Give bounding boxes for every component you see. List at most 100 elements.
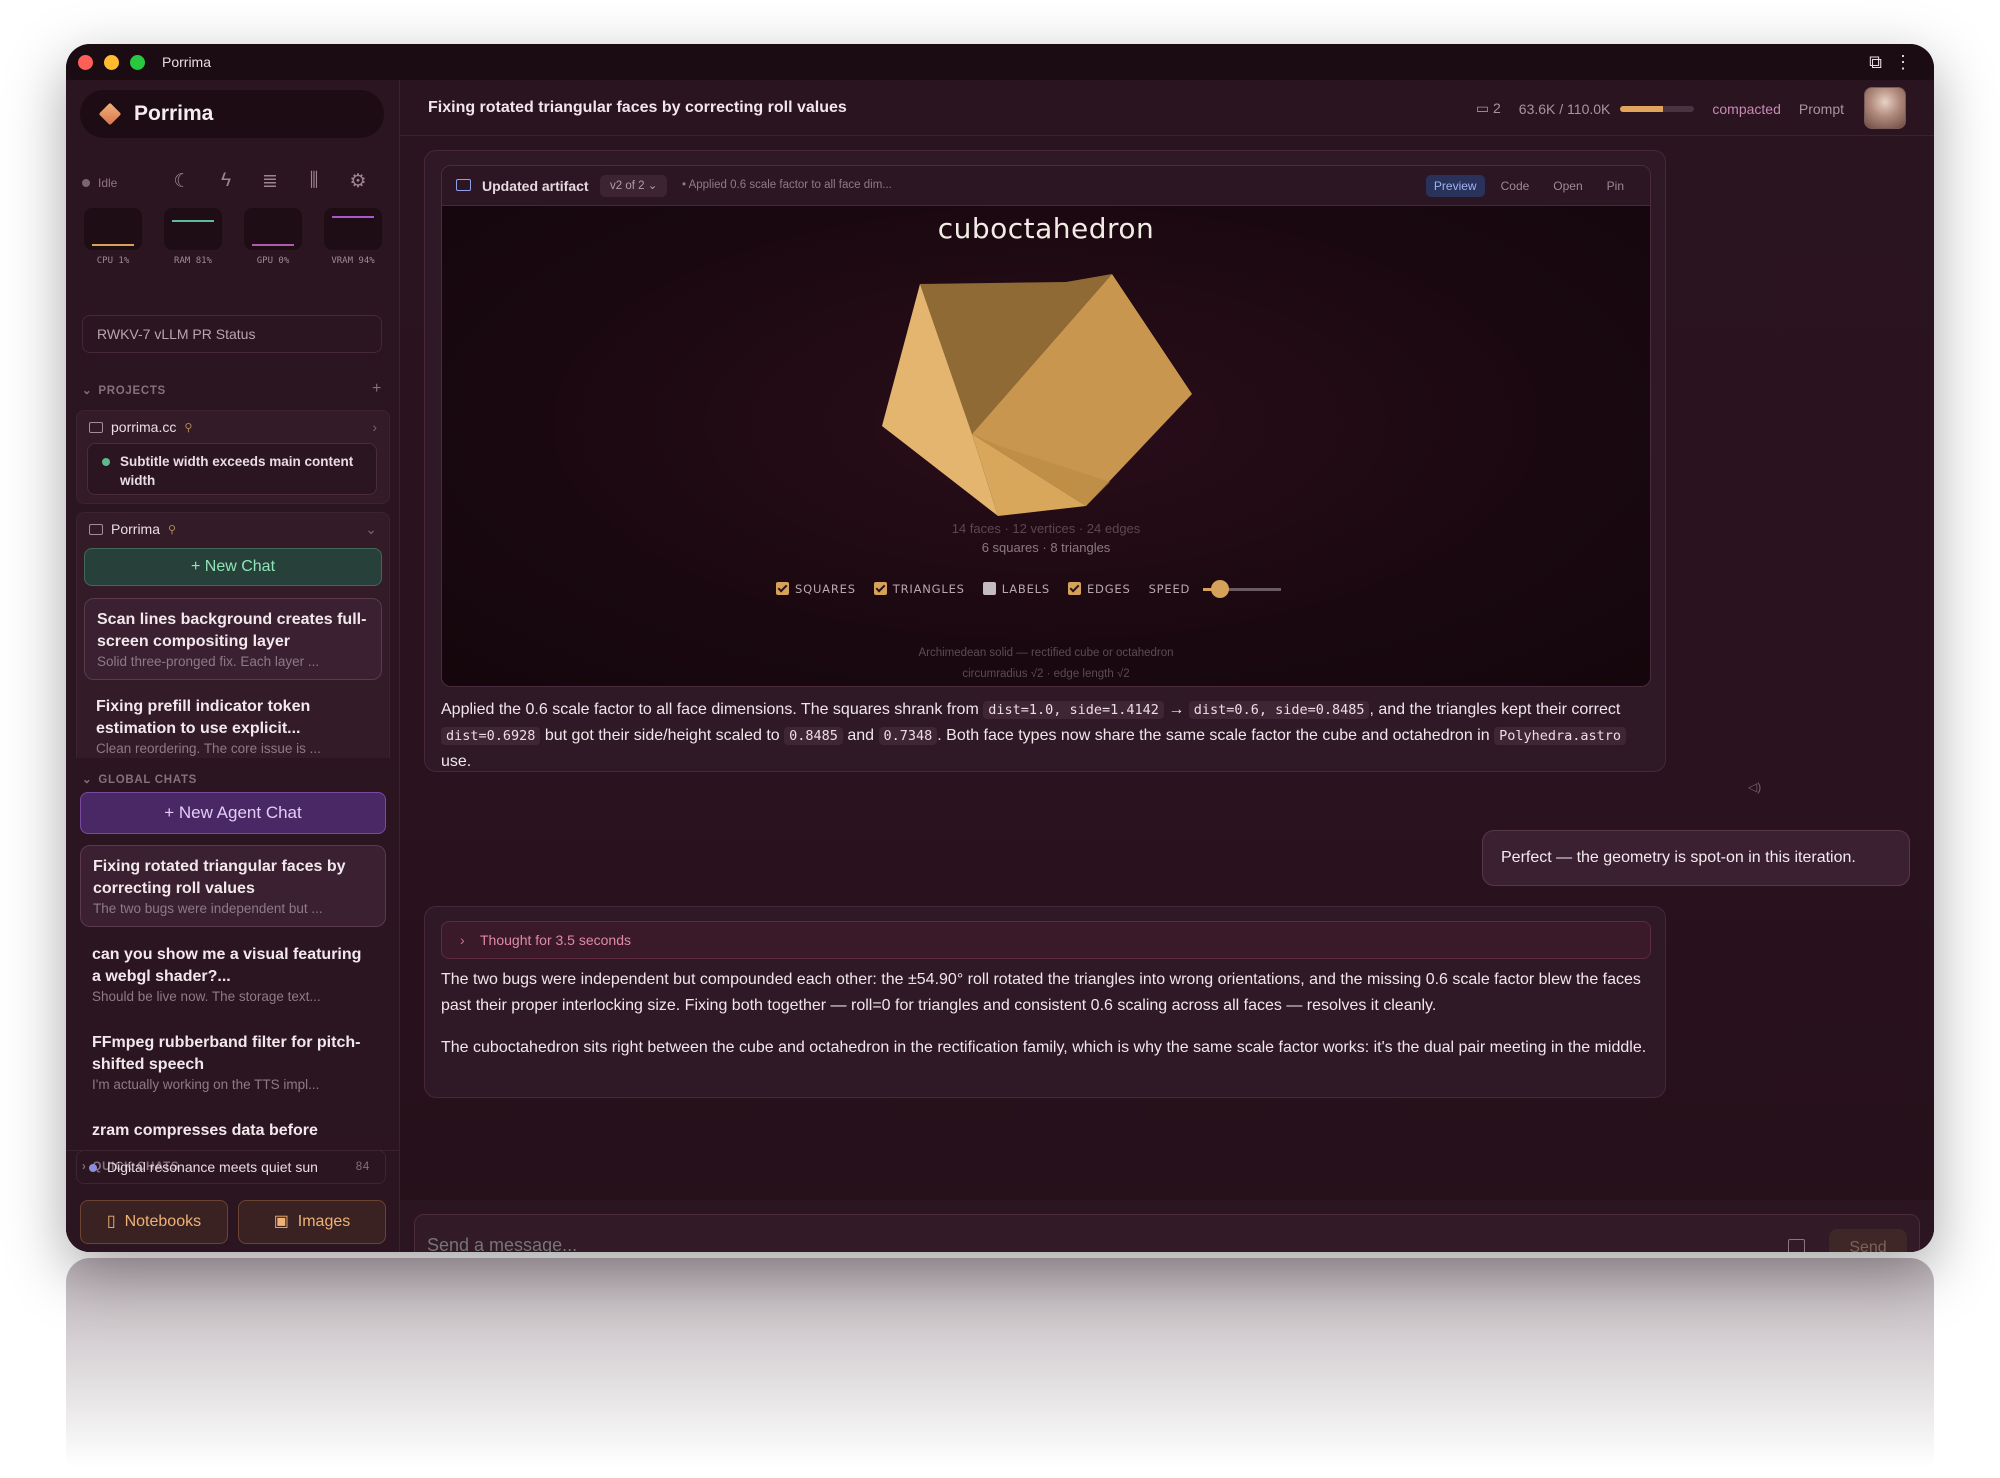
speaker-icon[interactable]: ◁)	[1748, 780, 1761, 794]
idle-indicator-icon	[82, 179, 90, 187]
thought-label: Thought for 3.5 seconds	[480, 932, 631, 948]
version-value: v2 of 2	[610, 180, 645, 192]
pr-status-field[interactable]: RWKV-7 vLLM PR Status	[82, 315, 382, 353]
brand-logo-icon	[98, 102, 122, 126]
project-title[interactable]: Porrima ⚲	[89, 521, 176, 537]
global-chats-header[interactable]: ⌄ GLOBAL CHATS	[82, 772, 382, 786]
extensions-icon[interactable]: ⧉	[1869, 52, 1882, 73]
folder-icon	[89, 523, 103, 535]
folder-count-value: 2	[1493, 100, 1501, 116]
projects-label: PROJECTS	[98, 385, 166, 397]
avatar[interactable]	[1864, 87, 1906, 129]
new-chat-button[interactable]: + New Chat	[84, 548, 382, 586]
folder-count[interactable]: ▭ 2	[1476, 100, 1501, 117]
token-count: 63.6K / 110.0K	[1518, 100, 1611, 117]
global-label: GLOBAL CHATS	[98, 774, 198, 786]
tab-pin[interactable]: Pin	[1599, 175, 1632, 197]
notebooks-label: Notebooks	[124, 1213, 202, 1230]
chat-item[interactable]: Fixing prefill indicator token estimatio…	[84, 686, 382, 766]
speed-slider-knob[interactable]	[1210, 580, 1229, 598]
send-button[interactable]: Send	[1829, 1229, 1907, 1252]
chat-item[interactable]: FFmpeg rubberband filter for pitch-shift…	[80, 1022, 378, 1102]
zoom-window-button[interactable]	[130, 55, 145, 70]
artifact-panel: Updated artifact v2 of 2 ⌄ • Applied 0.6…	[441, 165, 1651, 687]
tab-preview[interactable]: Preview	[1425, 175, 1485, 197]
meter-graph	[164, 208, 222, 250]
chat-item[interactable]: can you show me a visual featuring a web…	[80, 934, 378, 1014]
chat-preview: Clean reordering. The core issue is ...	[96, 741, 321, 756]
message-composer: Send	[414, 1214, 1920, 1252]
chevron-down-icon: ⌄	[82, 385, 93, 397]
speed-control: SPEED	[1148, 580, 1281, 598]
images-button[interactable]: ▣ Images	[238, 1200, 386, 1244]
chat-title: Fixing prefill indicator token estimatio…	[96, 698, 311, 737]
polyhedron-name: cuboctahedron	[937, 212, 1155, 245]
chat-item[interactable]: Scan lines background creates full-scree…	[84, 598, 382, 680]
quick-chat-item[interactable]: Digital resonance meets quiet sun	[76, 1150, 386, 1184]
projects-header[interactable]: ⌄ PROJECTS +	[82, 380, 382, 398]
chevron-right-icon[interactable]: ›	[372, 419, 377, 435]
meter-graph	[244, 208, 302, 250]
notebooks-button[interactable]: ▯ Notebooks	[80, 1200, 228, 1244]
edges-toggle[interactable]: EDGES	[1067, 582, 1131, 596]
chat-preview: I'm actually working on the TTS impl...	[92, 1077, 320, 1092]
inline-code: dist=0.6928	[441, 727, 541, 745]
meter-label: RAM 81%	[174, 256, 212, 266]
checkbox-checked-icon	[873, 582, 887, 595]
project-title: porrima.cc ⚲	[89, 419, 192, 435]
moon-icon[interactable]: ☾	[172, 170, 192, 193]
tab-open[interactable]: Open	[1545, 175, 1590, 197]
tab-code[interactable]: Code	[1493, 175, 1538, 197]
assistant-text: Applied the 0.6 scale factor to all face…	[441, 697, 1651, 775]
more-vertical-icon[interactable]: ⋮	[1894, 52, 1912, 73]
triangles-label: TRIANGLES	[892, 582, 965, 596]
artifact-preview[interactable]: cuboctahedron 14 faces · 12 vertices · 2…	[442, 206, 1650, 686]
version-select[interactable]: v2 of 2 ⌄	[600, 175, 668, 197]
thought-toggle[interactable]: › Thought for 3.5 seconds	[441, 921, 1651, 959]
chat-title: FFmpeg rubberband filter for pitch-shift…	[92, 1034, 361, 1073]
project-porrima-cc[interactable]: porrima.cc ⚲ › Subtitle width exceeds ma…	[76, 410, 390, 504]
chat-item[interactable]: zram compresses data before	[80, 1110, 378, 1150]
artifact-tabs: Preview Code Open Pin	[1425, 175, 1632, 197]
header-meta: ▭ 2 63.6K / 110.0K compacted Prompt	[1476, 100, 1844, 117]
labels-label: LABELS	[1001, 582, 1050, 596]
text-run: →	[1163, 701, 1189, 718]
chevron-right-icon: ›	[460, 932, 465, 948]
title-bar: Porrima ⧉ ⋮	[66, 44, 1934, 80]
assistant-message: Updated artifact v2 of 2 ⌄ • Applied 0.6…	[424, 150, 1666, 772]
minimize-window-button[interactable]	[104, 55, 119, 70]
inline-code: 0.8485	[784, 727, 843, 745]
labels-toggle[interactable]: LABELS	[982, 582, 1050, 596]
message-input[interactable]	[427, 1235, 1727, 1252]
polyhedron-render[interactable]	[882, 246, 1242, 546]
squares-toggle[interactable]: SQUARES	[776, 582, 856, 596]
speed-label: SPEED	[1148, 582, 1191, 596]
brand[interactable]: Porrima	[80, 90, 384, 138]
pin-icon: ⚲	[184, 421, 193, 434]
database-icon[interactable]: ≣	[260, 170, 280, 193]
new-agent-chat-button[interactable]: + New Agent Chat	[80, 792, 386, 834]
text-run: but got their side/height scaled to	[540, 727, 785, 744]
chat-preview: The two bugs were independent but ...	[93, 901, 323, 916]
app-window: Porrima ⧉ ⋮ Porrima Idle ☾ ϟ ≣ ⫼ ⚙ CPU 1…	[66, 44, 1934, 1252]
gear-icon[interactable]: ⚙	[348, 170, 368, 193]
lightning-icon[interactable]: ϟ	[216, 170, 236, 193]
speed-slider[interactable]	[1202, 580, 1281, 598]
folder-icon	[89, 421, 103, 433]
project-chat-item[interactable]: Subtitle width exceeds main content widt…	[87, 443, 377, 495]
bar-chart-icon[interactable]: ⫼	[304, 170, 324, 193]
attach-image-icon[interactable]	[1788, 1239, 1805, 1252]
prompt-button[interactable]: Prompt	[1799, 101, 1844, 117]
image-icon: ▣	[273, 1213, 289, 1230]
quick-chat-title: Digital resonance meets quiet sun	[107, 1159, 318, 1175]
chat-title: Scan lines background creates full-scree…	[97, 611, 367, 650]
polyhedron-faces: 6 squares · 8 triangles	[981, 540, 1111, 555]
chevron-down-icon[interactable]: ⌄	[365, 521, 377, 538]
context-bar-fill	[1620, 105, 1664, 112]
triangles-toggle[interactable]: TRIANGLES	[873, 582, 965, 596]
add-project-icon[interactable]: +	[372, 380, 382, 398]
chat-item-active[interactable]: Fixing rotated triangular faces by corre…	[80, 845, 386, 927]
sidebar: Porrima Idle ☾ ϟ ≣ ⫼ ⚙ CPU 1% RAM 81% GPU …	[66, 80, 400, 1252]
compacted-label: compacted	[1712, 100, 1781, 117]
close-window-button[interactable]	[78, 55, 93, 70]
